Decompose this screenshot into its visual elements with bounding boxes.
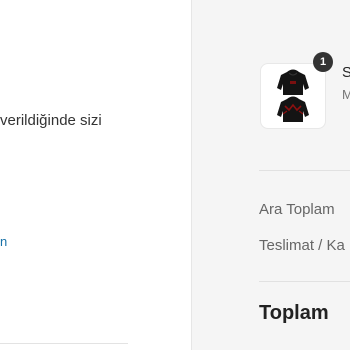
product-variant: M	[342, 87, 350, 102]
shipping-label: Teslimat / Ka	[259, 237, 345, 254]
summary-divider	[259, 170, 350, 171]
checkout-form-panel: verildiğinde sizi n	[0, 0, 191, 350]
product-title: S	[342, 64, 350, 81]
form-divider	[0, 343, 128, 344]
total-label: Toplam	[259, 302, 329, 324]
product-thumbnail	[260, 63, 326, 129]
subtotal-label: Ara Toplam	[259, 201, 335, 218]
form-link[interactable]: n	[0, 234, 7, 249]
quantity-badge: 1	[313, 52, 333, 72]
hoodie-front-icon	[277, 69, 309, 95]
total-divider	[259, 281, 350, 282]
order-summary-panel: 1 S M Ara Toplam Teslimat / Ka Toplam	[191, 0, 350, 350]
notification-text: verildiğinde sizi	[0, 112, 102, 129]
hoodie-back-icon	[277, 96, 309, 122]
hoodie-image-icon	[277, 69, 309, 122]
